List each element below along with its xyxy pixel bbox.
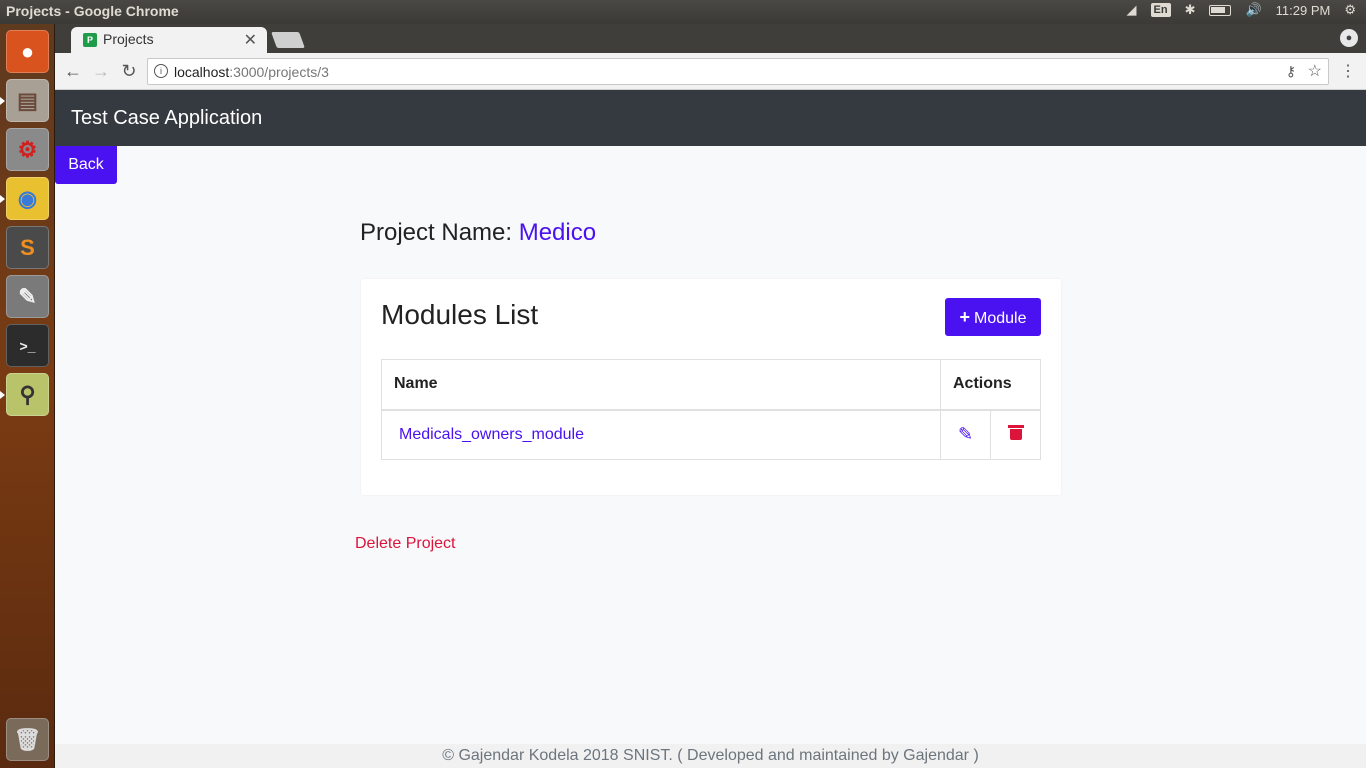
clock[interactable]: 11:29 PM bbox=[1276, 3, 1331, 18]
address-url[interactable]: localhost:3000/projects/3 bbox=[174, 64, 329, 80]
pencil-icon[interactable]: ✎ bbox=[958, 424, 973, 444]
app-navbar: Test Case Application bbox=[55, 90, 1366, 146]
os-top-bar: Projects - Google Chrome ◢ En ✱ 🔊 11:29 … bbox=[0, 0, 1366, 24]
close-tab-icon[interactable]: ✕ bbox=[244, 30, 257, 50]
edit-cell: ✎ bbox=[940, 409, 991, 460]
browser-menu-icon[interactable]: ⋮ bbox=[1340, 61, 1356, 81]
forward-arrow-icon[interactable]: → bbox=[91, 61, 111, 82]
bookmark-star-icon[interactable]: ☆ bbox=[1308, 61, 1322, 81]
terminal-icon[interactable]: >_ bbox=[6, 324, 49, 367]
profile-icon[interactable]: ● bbox=[1340, 29, 1358, 47]
file-cabinet-icon[interactable]: ▤ bbox=[0, 79, 49, 122]
chrome-icon[interactable]: ◉ bbox=[0, 177, 49, 220]
ubuntu-logo-icon[interactable]: ● bbox=[6, 30, 49, 73]
new-tab-button[interactable] bbox=[271, 32, 305, 48]
trash-icon[interactable] bbox=[1007, 425, 1024, 441]
modules-list-title: Modules List bbox=[381, 299, 539, 330]
browser-tab[interactable]: P Projects ✕ bbox=[71, 27, 267, 53]
tab-favicon-icon: P bbox=[83, 33, 97, 47]
modules-table: Name Actions Medicals_owners_module ✎ bbox=[381, 359, 1041, 460]
magnifier-doc-icon[interactable]: ⚲ bbox=[0, 373, 49, 416]
plus-icon: + bbox=[959, 306, 971, 327]
battery-icon[interactable] bbox=[1209, 4, 1232, 16]
window-title: Projects - Google Chrome bbox=[6, 3, 179, 19]
table-header-row: Name Actions bbox=[381, 359, 1041, 411]
key-icon[interactable]: ⚷ bbox=[1286, 63, 1296, 80]
reload-icon[interactable]: ↻ bbox=[119, 61, 139, 82]
bluetooth-icon[interactable]: ✱ bbox=[1185, 2, 1196, 18]
wifi-icon[interactable]: ◢ bbox=[1127, 2, 1137, 18]
system-tray: ◢ En ✱ 🔊 11:29 PM ⚙ bbox=[1127, 2, 1357, 18]
footer: © Gajendar Kodela 2018 SNIST. ( Develope… bbox=[55, 744, 1366, 768]
add-module-label: Module bbox=[974, 309, 1027, 327]
unity-launcher: ● ▤ ⚙ ◉ S ✎ >_ ⚲ 🗑 bbox=[0, 24, 55, 768]
tab-title: Projects bbox=[103, 31, 154, 47]
delete-project-link[interactable]: Delete Project bbox=[355, 535, 456, 553]
project-name-label: Project Name: bbox=[360, 219, 519, 246]
gear-wrench-icon[interactable]: ⚙ bbox=[6, 128, 49, 171]
modules-card: Modules List + Module Name Actions Medica… bbox=[361, 279, 1061, 495]
project-name: Medico bbox=[518, 219, 597, 246]
browser-toolbar: ← → ↻ i localhost:3000/projects/3 ⚷ ☆ ⋮ bbox=[55, 53, 1366, 90]
address-bar[interactable]: i localhost:3000/projects/3 ⚷ ☆ bbox=[147, 58, 1329, 85]
notepad-pencil-icon[interactable]: ✎ bbox=[6, 275, 49, 318]
system-gear-icon[interactable]: ⚙ bbox=[1344, 2, 1356, 18]
site-info-icon[interactable]: i bbox=[154, 64, 168, 78]
table-row: Medicals_owners_module ✎ bbox=[381, 409, 1041, 460]
keyboard-layout-indicator[interactable]: En bbox=[1150, 3, 1171, 17]
browser-tab-strip: P Projects ✕ ● bbox=[55, 24, 1366, 53]
app-brand[interactable]: Test Case Application bbox=[71, 107, 262, 130]
module-name-link[interactable]: Medicals_owners_module bbox=[381, 409, 941, 460]
project-heading: Project Name: Medico bbox=[360, 219, 596, 247]
add-module-button[interactable]: + Module bbox=[945, 298, 1041, 336]
back-button[interactable]: Back bbox=[55, 146, 117, 184]
delete-cell bbox=[990, 409, 1041, 460]
sublime-s-icon[interactable]: S bbox=[6, 226, 49, 269]
column-header-name: Name bbox=[381, 359, 941, 411]
trash-can-icon[interactable]: 🗑 bbox=[6, 718, 49, 761]
back-arrow-icon[interactable]: ← bbox=[63, 61, 83, 82]
column-header-actions: Actions bbox=[940, 359, 1041, 411]
volume-icon[interactable]: 🔊 bbox=[1245, 2, 1261, 18]
